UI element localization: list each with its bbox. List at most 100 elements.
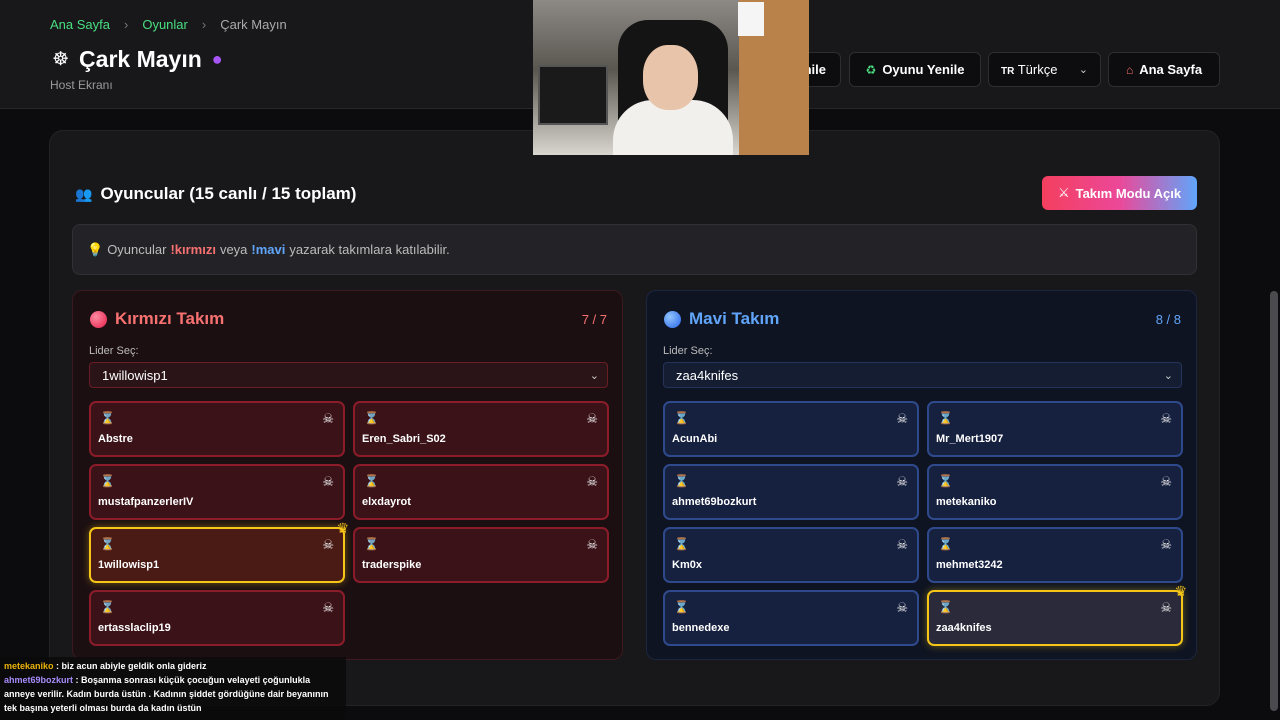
player-card: ⌛ ☠ traderspike <box>353 527 609 583</box>
info-red-command: !kırmızı <box>170 242 216 257</box>
players-heading: 👥 Oyuncular (15 canlı / 15 toplam) <box>75 184 356 204</box>
lightbulb-icon: 💡 <box>87 241 104 257</box>
kick-player-button[interactable]: ☠ <box>586 537 598 553</box>
red-leader-select[interactable]: 1willowisp1 ⌄ <box>89 362 608 388</box>
chat-username: metekaniko <box>4 661 54 671</box>
kick-player-button[interactable]: ☠ <box>1160 600 1172 616</box>
player-card: ⌛ ☠ elxdayrot <box>353 464 609 520</box>
kick-player-button[interactable]: ☠ <box>896 537 908 553</box>
recycle-icon: ♻ <box>865 62 877 77</box>
player-name: metekaniko <box>936 496 997 508</box>
kick-player-button[interactable]: ☠ <box>1160 411 1172 427</box>
page-subtitle: Host Ekranı <box>50 78 113 92</box>
webcam-oven <box>538 65 608 125</box>
hourglass-icon: ⌛ <box>364 537 379 551</box>
webcam-warning-sign <box>738 2 764 36</box>
blue-leader-select-value: zaa4knifes <box>676 367 739 383</box>
info-banner: 💡 Oyuncular !kırmızı veya !mavi yazarak … <box>72 224 1197 275</box>
crown-icon: ♛ <box>1174 583 1187 599</box>
red-team-heading: Kırmızı Takım <box>90 309 224 329</box>
info-prefix: Oyuncular <box>107 242 167 257</box>
blue-leader-select[interactable]: zaa4knifes ⌄ <box>663 362 1182 388</box>
kick-player-button[interactable]: ☠ <box>896 474 908 490</box>
hourglass-icon: ⌛ <box>100 537 115 551</box>
restart-game-label: Oyunu Yenile <box>882 62 965 77</box>
chat-message: metekaniko : biz acun abiyle geldik onla… <box>4 659 342 673</box>
home-button[interactable]: ⌂ Ana Sayfa <box>1108 52 1220 87</box>
red-team-panel: Kırmızı Takım 7 / 7 Lider Seç: 1willowis… <box>72 290 623 660</box>
player-card-leader: ⌛ ☠ ♛ 1willowisp1 <box>89 520 349 583</box>
page-scrollbar[interactable] <box>1270 291 1278 711</box>
player-name: 1willowisp1 <box>98 559 160 571</box>
chat-text: : biz acun abiyle geldik onla gideriz <box>53 661 207 671</box>
player-name: AcunAbi <box>672 433 718 445</box>
blue-leader-label: Lider Seç: <box>663 345 713 357</box>
crown-icon: ♛ <box>336 520 349 536</box>
team-mode-button[interactable]: ⚔ Takım Modu Açık <box>1042 176 1197 210</box>
kick-player-button[interactable]: ☠ <box>586 411 598 427</box>
home-button-label: Ana Sayfa <box>1139 62 1203 77</box>
player-name: Eren_Sabri_S02 <box>362 433 446 445</box>
player-name: bennedexe <box>672 622 730 634</box>
page-title-text: Çark Mayın <box>79 46 202 72</box>
info-mid: veya <box>219 242 248 257</box>
red-team-count: 7 / 7 <box>581 312 607 327</box>
people-icon: 👥 <box>75 185 93 202</box>
kick-player-button[interactable]: ☠ <box>1160 474 1172 490</box>
blue-circle-icon <box>664 310 681 328</box>
kick-player-button[interactable]: ☠ <box>322 537 334 553</box>
kick-player-button[interactable]: ☠ <box>896 600 908 616</box>
player-card: ⌛ ☠ mustafpanzerlerIV <box>89 464 345 520</box>
blue-team-panel: Mavi Takım 8 / 8 Lider Seç: zaa4knifes ⌄… <box>646 290 1197 660</box>
kick-player-button[interactable]: ☠ <box>1160 537 1172 553</box>
breadcrumb: Ana Sayfa › Oyunlar › Çark Mayın <box>50 17 287 32</box>
webcam-overlay <box>533 0 809 155</box>
player-name: ahmet69bozkurt <box>672 496 757 508</box>
team-mode-label: Takım Modu Açık <box>1075 185 1182 201</box>
breadcrumb-home[interactable]: Ana Sayfa <box>50 17 110 32</box>
hourglass-icon: ⌛ <box>674 474 689 488</box>
player-name: ertasslaclip19 <box>98 622 171 634</box>
breadcrumb-separator: › <box>201 17 207 32</box>
house-icon: ⌂ <box>1125 62 1134 77</box>
player-card: ⌛ ☠ Mr_Mert1907 <box>927 401 1183 457</box>
player-name: traderspike <box>362 559 422 571</box>
hourglass-icon: ⌛ <box>674 411 689 425</box>
player-name: zaa4knifes <box>936 622 992 634</box>
red-team-name: Kırmızı Takım <box>115 309 225 328</box>
kick-player-button[interactable]: ☠ <box>586 474 598 490</box>
chevron-down-icon: ⌄ <box>1078 64 1088 76</box>
chat-username: ahmet69bozkurt <box>4 675 74 685</box>
player-card: ⌛ ☠ Km0x <box>663 527 919 583</box>
hourglass-icon: ⌛ <box>100 474 115 488</box>
hourglass-icon: ⌛ <box>938 537 953 551</box>
player-card: ⌛ ☠ AcunAbi <box>663 401 919 457</box>
bomb-icon: ● <box>211 49 223 69</box>
player-name: mehmet3242 <box>936 559 1003 571</box>
hourglass-icon: ⌛ <box>364 411 379 425</box>
hourglass-icon: ⌛ <box>100 411 115 425</box>
red-circle-icon <box>90 310 107 328</box>
breadcrumb-current: Çark Mayın <box>220 17 287 32</box>
player-card: ⌛ ☠ bennedexe <box>663 590 919 646</box>
player-name: Mr_Mert1907 <box>936 433 1004 445</box>
blue-team-heading: Mavi Takım <box>664 309 779 329</box>
breadcrumb-separator: › <box>124 17 129 32</box>
player-name: elxdayrot <box>362 496 411 508</box>
red-leader-select-value: 1willowisp1 <box>102 367 168 383</box>
player-card: ⌛ ☠ ertasslaclip19 <box>89 590 345 646</box>
hourglass-icon: ⌛ <box>938 474 953 488</box>
hourglass-icon: ⌛ <box>674 537 689 551</box>
player-name: Km0x <box>672 559 702 571</box>
red-leader-label: Lider Seç: <box>89 345 139 357</box>
kick-player-button[interactable]: ☠ <box>896 411 908 427</box>
kick-player-button[interactable]: ☠ <box>322 600 334 616</box>
kick-player-button[interactable]: ☠ <box>322 474 334 490</box>
player-card: ⌛ ☠ ahmet69bozkurt <box>663 464 919 520</box>
player-card: ⌛ ☠ Abstre <box>89 401 345 457</box>
restart-game-button[interactable]: ♻ Oyunu Yenile <box>849 52 981 87</box>
kick-player-button[interactable]: ☠ <box>322 411 334 427</box>
breadcrumb-games[interactable]: Oyunlar <box>142 17 188 32</box>
chevron-down-icon: ⌄ <box>1163 369 1173 382</box>
language-select[interactable]: TR Türkçe ⌄ <box>988 52 1101 87</box>
